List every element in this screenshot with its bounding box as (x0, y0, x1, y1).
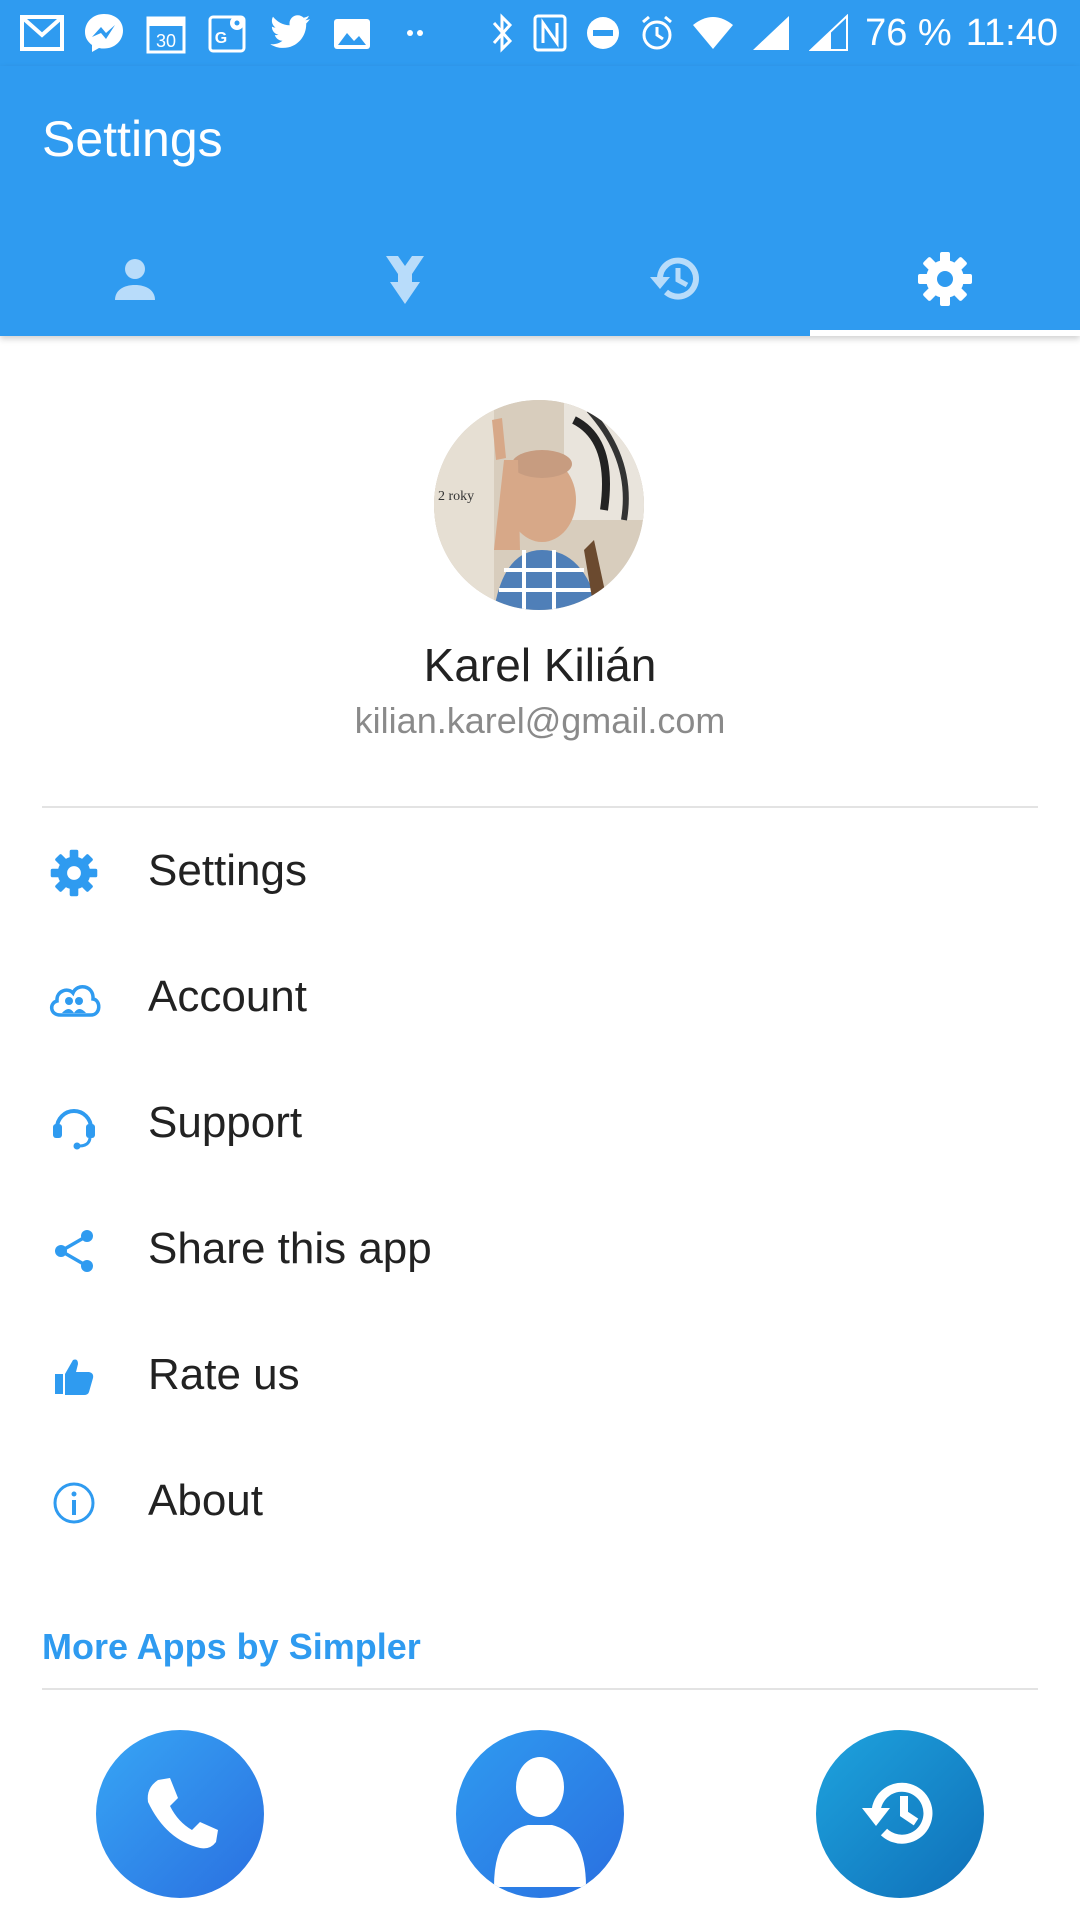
cloud-users-icon (44, 974, 104, 1024)
signal-icon (807, 11, 851, 55)
page-title: Settings (42, 111, 223, 167)
messenger-icon (82, 11, 126, 55)
tab-history[interactable] (540, 226, 810, 336)
twitter-icon (268, 11, 312, 55)
menu-item-label: Share this app (148, 1224, 432, 1273)
menu-item-rate[interactable]: Rate us (0, 1314, 1080, 1440)
profile-email: kilian.karel@gmail.com (354, 700, 726, 741)
system-icons: 76 % 11:40 (487, 10, 1058, 56)
alarm-icon (637, 11, 677, 55)
menu-item-label: Rate us (148, 1350, 300, 1399)
gear-icon (916, 250, 974, 313)
signal-icon (749, 11, 793, 55)
app-bar: Settings (0, 66, 1080, 336)
settings-menu: Settings Account Support Share this app … (0, 810, 1080, 1566)
menu-item-settings[interactable]: Settings (0, 810, 1080, 936)
thumbs-up-icon (44, 1352, 104, 1402)
share-icon (44, 1226, 104, 1276)
more-dots-icon (392, 11, 436, 55)
menu-item-account[interactable]: Account (0, 936, 1080, 1062)
person-icon (110, 254, 160, 309)
battery-percentage: 76 % (865, 11, 952, 54)
app-history[interactable] (816, 1730, 984, 1898)
bluetooth-icon (487, 11, 517, 55)
app-dialer[interactable] (96, 1730, 264, 1898)
gear-icon (44, 848, 104, 898)
divider (42, 1688, 1038, 1690)
gmail-icon (20, 11, 64, 55)
merge-icon (382, 252, 428, 311)
svg-text:2 roky: 2 roky (438, 489, 474, 504)
menu-item-label: Settings (148, 846, 307, 895)
headset-icon (44, 1100, 104, 1150)
maps-icon: G (206, 11, 250, 55)
do-not-disturb-icon (583, 11, 623, 55)
gallery-icon (330, 11, 374, 55)
tab-indicator (810, 330, 1080, 336)
tab-settings[interactable] (810, 226, 1080, 336)
status-bar: 30 G 76 % 11:40 (0, 0, 1080, 66)
profile-name: Karel Kilián (423, 639, 657, 691)
menu-item-label: Account (148, 972, 307, 1021)
tab-bar (0, 226, 1080, 336)
tab-contacts[interactable] (0, 226, 270, 336)
clock: 11:40 (965, 11, 1058, 54)
calendar-icon: 30 (144, 11, 188, 55)
notification-icons: 30 G (20, 10, 436, 56)
nfc-icon (531, 11, 569, 55)
menu-item-label: About (148, 1476, 263, 1525)
wifi-icon (691, 11, 735, 55)
app-contacts[interactable] (456, 1730, 624, 1898)
menu-item-about[interactable]: About (0, 1440, 1080, 1566)
more-apps-title: More Apps by Simpler (42, 1626, 421, 1667)
phone-icon (130, 1762, 230, 1867)
more-apps-list (0, 1730, 1080, 1900)
info-icon (44, 1478, 104, 1528)
svg-text:30: 30 (156, 31, 176, 51)
avatar[interactable]: 2 roky (434, 400, 644, 610)
divider (42, 806, 1038, 808)
menu-item-support[interactable]: Support (0, 1062, 1080, 1188)
history-icon (646, 252, 704, 311)
menu-item-share[interactable]: Share this app (0, 1188, 1080, 1314)
menu-item-label: Support (148, 1098, 303, 1147)
contact-icon (480, 1737, 600, 1892)
history-icon (850, 1762, 950, 1867)
tab-merge[interactable] (270, 226, 540, 336)
svg-text:G: G (215, 30, 227, 47)
